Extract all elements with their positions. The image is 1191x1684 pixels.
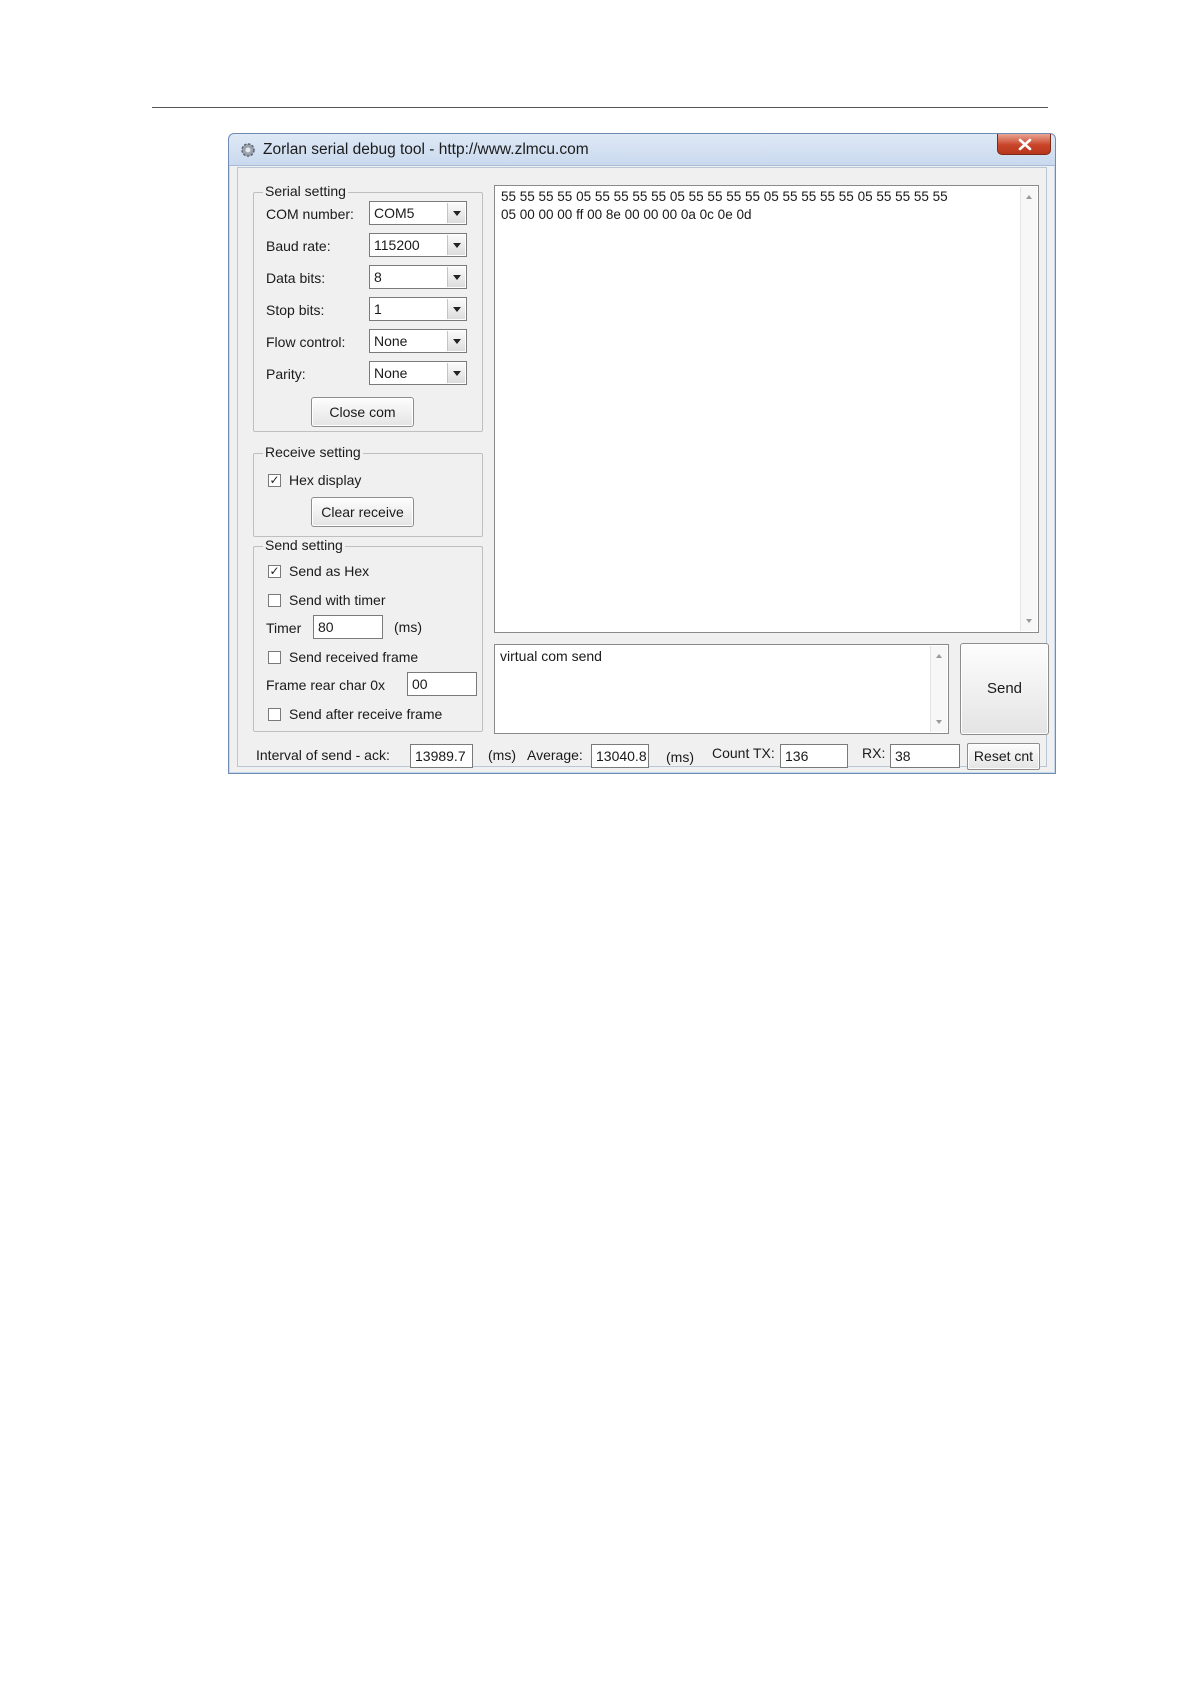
chevron-down-icon[interactable] xyxy=(447,203,465,223)
chevron-down-icon[interactable] xyxy=(447,299,465,319)
hex-display-checkbox[interactable]: ✓ xyxy=(268,474,281,487)
send-as-hex-checkbox[interactable]: ✓ xyxy=(268,565,281,578)
count-tx-value: 136 xyxy=(780,744,848,768)
send-setting-group: Send setting ✓ Send as Hex Send with tim… xyxy=(253,537,483,732)
stop-bits-value: 1 xyxy=(374,301,382,317)
stop-bits-select[interactable]: 1 xyxy=(369,297,467,321)
interval-label: Interval of send - ack: xyxy=(256,747,390,763)
serial-setting-group: Serial setting COM number: COM5 Baud rat… xyxy=(253,183,483,432)
flow-control-label: Flow control: xyxy=(266,334,346,350)
parity-select[interactable]: None xyxy=(369,361,467,385)
send-after-receive-label: Send after receive frame xyxy=(289,706,443,722)
reset-count-button[interactable]: Reset cnt xyxy=(967,743,1040,770)
close-window-button[interactable] xyxy=(997,134,1051,155)
app-window: Zorlan serial debug tool - http://www.zl… xyxy=(228,133,1056,774)
average-ms-label: (ms) xyxy=(666,749,694,765)
send-button[interactable]: Send xyxy=(960,643,1049,735)
average-label: Average: xyxy=(527,747,583,763)
receive-line-2: 05 00 00 00 ff 00 8e 00 00 00 0a 0c 0e 0… xyxy=(501,207,752,222)
send-text: virtual com send xyxy=(500,648,602,664)
data-bits-label: Data bits: xyxy=(266,270,326,286)
receive-line-1: 55 55 55 55 05 55 55 55 55 05 55 55 55 5… xyxy=(501,189,948,204)
flow-control-value: None xyxy=(374,333,408,349)
frame-rear-char-label: Frame rear char 0x xyxy=(266,677,386,693)
window-title: Zorlan serial debug tool - http://www.zl… xyxy=(263,141,589,158)
receive-setting-title: Receive setting xyxy=(263,444,363,460)
send-setting-title: Send setting xyxy=(263,537,345,553)
timer-unit-label: (ms) xyxy=(394,619,422,635)
rx-label: RX: xyxy=(862,745,886,761)
timer-input[interactable]: 80 xyxy=(313,615,383,639)
baud-rate-select[interactable]: 115200 xyxy=(369,233,467,257)
send-textarea[interactable]: virtual com send xyxy=(494,644,949,734)
average-value: 13040.8 xyxy=(591,744,649,768)
scroll-down-icon[interactable] xyxy=(1026,619,1032,623)
com-number-value: COM5 xyxy=(374,205,415,221)
com-number-label: COM number: xyxy=(266,206,354,222)
receive-setting-group: Receive setting ✓ Hex display Clear rece… xyxy=(253,444,483,537)
send-scrollbar[interactable] xyxy=(930,646,947,732)
rx-value: 38 xyxy=(890,744,960,768)
timer-label: Timer xyxy=(266,620,302,636)
close-icon xyxy=(1018,138,1032,151)
chevron-down-icon[interactable] xyxy=(447,235,465,255)
send-received-frame-label: Send received frame xyxy=(289,649,419,665)
chevron-down-icon[interactable] xyxy=(447,267,465,287)
chevron-down-icon[interactable] xyxy=(447,331,465,351)
clear-receive-button[interactable]: Clear receive xyxy=(311,497,414,527)
send-received-frame-checkbox[interactable] xyxy=(268,651,281,664)
page-header-rule xyxy=(152,107,1048,108)
parity-value: None xyxy=(374,365,408,381)
client-area: Serial setting COM number: COM5 Baud rat… xyxy=(237,167,1049,770)
data-bits-value: 8 xyxy=(374,269,382,285)
data-bits-select[interactable]: 8 xyxy=(369,265,467,289)
send-with-timer-checkbox[interactable] xyxy=(268,594,281,607)
baud-rate-label: Baud rate: xyxy=(266,238,331,254)
com-number-select[interactable]: COM5 xyxy=(369,201,467,225)
parity-label: Parity: xyxy=(266,366,306,382)
count-tx-label: Count TX: xyxy=(712,745,775,761)
send-as-hex-label: Send as Hex xyxy=(289,563,370,579)
send-after-receive-checkbox[interactable] xyxy=(268,708,281,721)
send-with-timer-label: Send with timer xyxy=(289,592,386,608)
interval-ms-label: (ms) xyxy=(488,747,516,763)
serial-setting-title: Serial setting xyxy=(263,183,348,199)
receive-scrollbar[interactable] xyxy=(1020,187,1037,631)
hex-display-label: Hex display xyxy=(289,472,362,488)
title-bar[interactable]: Zorlan serial debug tool - http://www.zl… xyxy=(229,134,1055,166)
receive-textarea[interactable]: 55 55 55 55 05 55 55 55 55 05 55 55 55 5… xyxy=(494,185,1039,633)
close-com-button[interactable]: Close com xyxy=(311,397,414,427)
scroll-down-icon[interactable] xyxy=(936,720,942,724)
frame-rear-char-input[interactable]: 00 xyxy=(407,672,477,696)
flow-control-select[interactable]: None xyxy=(369,329,467,353)
scroll-up-icon[interactable] xyxy=(936,654,942,658)
interval-value: 13989.7 xyxy=(410,744,473,768)
baud-rate-value: 115200 xyxy=(374,237,420,253)
chevron-down-icon[interactable] xyxy=(447,363,465,383)
scroll-up-icon[interactable] xyxy=(1026,195,1032,199)
stop-bits-label: Stop bits: xyxy=(266,302,325,318)
app-gear-icon xyxy=(239,141,257,159)
